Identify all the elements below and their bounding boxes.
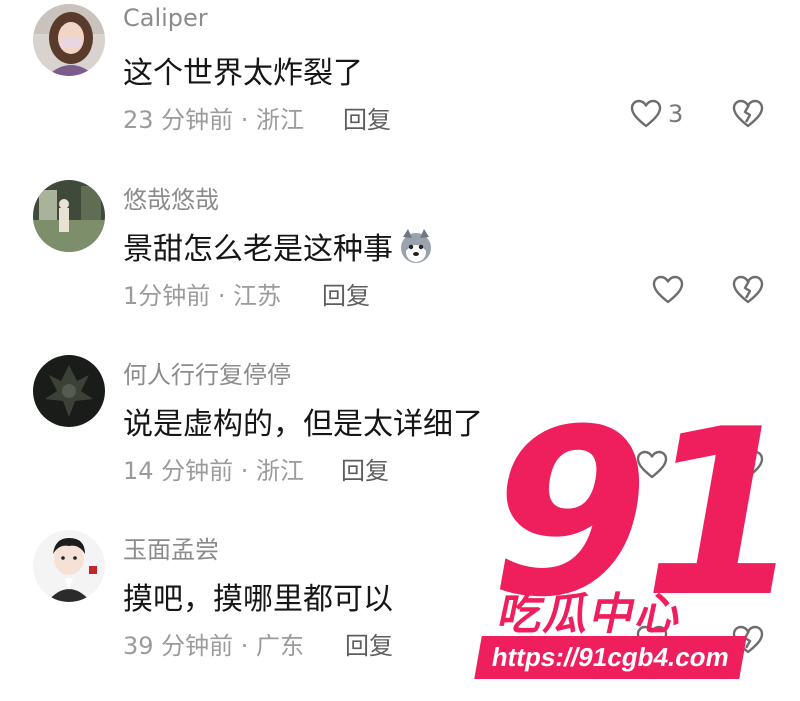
comment-item: 悠哉悠哉 景甜怎么老是这种事 1分钟前 · 江苏 回复: [0, 176, 800, 351]
comment-text-content: 景甜怎么老是这种事: [123, 232, 393, 267]
comment-meta: 39 分钟前 · 广东: [123, 632, 305, 660]
comment-text: 这个世界太炸裂了: [123, 48, 363, 92]
comment-text: 说是虚构的，但是太详细了: [123, 399, 483, 443]
comment-meta: 14 分钟前 · 浙江: [123, 457, 305, 485]
woman-photo-avatar: [33, 4, 105, 76]
username[interactable]: 悠哉悠哉: [123, 180, 219, 215]
watermark-name: 吃瓜中心: [493, 589, 689, 640]
comment-text-content: 说是虚构的，但是太详细了: [123, 407, 483, 442]
dislike-button[interactable]: [732, 275, 764, 305]
like-button[interactable]: [652, 275, 684, 305]
reply-button[interactable]: 回复: [345, 626, 393, 661]
broken-heart-icon: [732, 275, 764, 304]
heart-icon: [652, 275, 684, 304]
watermark-url: https://91cgb4.com: [474, 636, 747, 679]
comment-meta: 1分钟前 · 江苏: [123, 282, 282, 310]
reply-button[interactable]: 回复: [341, 451, 389, 486]
husky-dog-emoji: [401, 229, 431, 263]
dislike-button[interactable]: [732, 99, 764, 129]
user-avatar[interactable]: [33, 530, 105, 602]
reply-button[interactable]: 回复: [343, 100, 391, 135]
username[interactable]: 玉面孟尝: [123, 530, 219, 565]
dark-figure-avatar: [33, 355, 105, 427]
reply-button[interactable]: 回复: [322, 276, 370, 311]
heart-icon: [630, 99, 662, 128]
username[interactable]: Caliper: [123, 4, 208, 32]
username[interactable]: 何人行行复停停: [123, 355, 291, 390]
comment-text: 景甜怎么老是这种事: [123, 224, 435, 268]
comment-text-content: 这个世界太炸裂了: [123, 56, 363, 91]
cartoon-man-avatar: [33, 530, 105, 602]
user-avatar[interactable]: [33, 4, 105, 76]
broken-heart-icon: [732, 99, 764, 128]
comment-text: 摸吧，摸哪里都可以: [123, 574, 393, 618]
room-photo-avatar: [33, 180, 105, 252]
comment-list: Caliper 这个世界太炸裂了 23 分钟前 · 浙江 回复 3 悠哉悠哉 景…: [0, 0, 800, 701]
watermark-logo: 91 吃瓜中心 https://91cgb4.com: [467, 381, 800, 685]
comment-item: Caliper 这个世界太炸裂了 23 分钟前 · 浙江 回复 3: [0, 0, 800, 175]
user-avatar[interactable]: [33, 355, 105, 427]
like-button[interactable]: 3: [630, 99, 683, 129]
like-count: 3: [668, 100, 684, 128]
comment-text-content: 摸吧，摸哪里都可以: [123, 582, 393, 617]
comment-meta: 23 分钟前 · 浙江: [123, 106, 305, 134]
user-avatar[interactable]: [33, 180, 105, 252]
